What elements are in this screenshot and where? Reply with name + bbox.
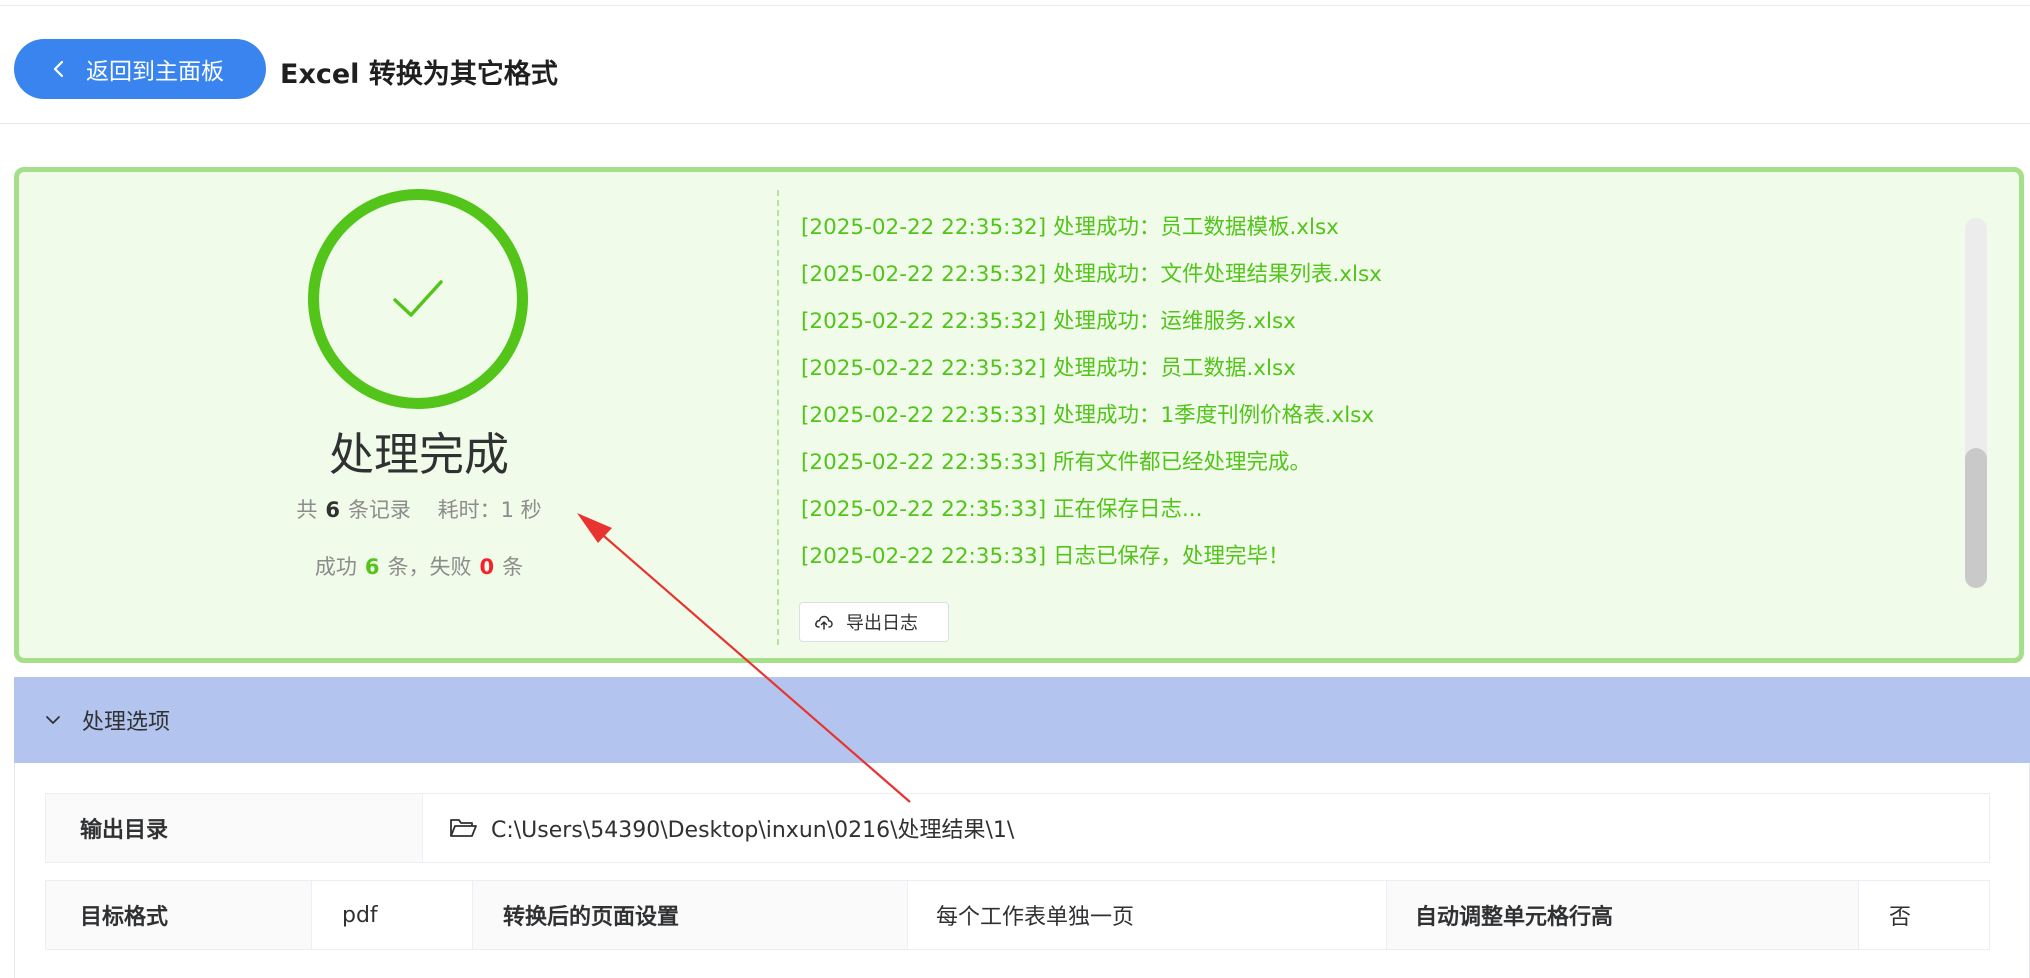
back-to-dashboard-button[interactable]: 返回到主面板 <box>14 39 266 99</box>
total-prefix: 共 <box>296 498 318 522</box>
export-log-button[interactable]: 导出日志 <box>799 602 949 642</box>
log-line: [2025-02-22 22:35:33] 处理成功：1季度刊例价格表.xlsx <box>801 403 1375 428</box>
scrollbar-thumb[interactable] <box>1965 448 1987 588</box>
auto-row-height-label: 自动调整单元格行高 <box>1387 881 1859 949</box>
log-line: [2025-02-22 22:35:32] 处理成功：员工数据.xlsx <box>801 356 1296 381</box>
chevron-left-icon <box>53 60 64 78</box>
success-count: 6 <box>364 555 380 579</box>
back-button-label: 返回到主面板 <box>86 59 224 85</box>
log-line: [2025-02-22 22:35:32] 处理成功：文件处理结果列表.xlsx <box>801 262 1382 287</box>
output-dir-label: 输出目录 <box>46 794 423 862</box>
total-suffix: 条记录 <box>347 498 411 522</box>
folder-open-icon <box>450 819 477 837</box>
options-row-format: 目标格式 pdf 转换后的页面设置 每个工作表单独一页 自动调整单元格行高 否 <box>45 880 1990 950</box>
log-line: [2025-02-22 22:35:33] 所有文件都已经处理完成。 <box>801 450 1311 475</box>
page-title: Excel 转换为其它格式 <box>280 59 558 90</box>
log-list: [2025-02-22 22:35:32] 处理成功：员工数据模板.xlsx [… <box>801 204 1951 580</box>
fail-suffix: 条 <box>502 555 524 579</box>
cloud-upload-icon <box>815 615 833 630</box>
log-line: [2025-02-22 22:35:33] 日志已保存，处理完毕！ <box>801 544 1290 569</box>
record-summary: 共 6 条记录 耗时：1 秒 <box>219 494 619 524</box>
result-panel: 处理完成 共 6 条记录 耗时：1 秒 成功 6 条，失败 0 条 [2025-02-22 … <box>14 167 2024 663</box>
status-title: 处理完成 <box>328 428 509 481</box>
page-setting-label: 转换后的页面设置 <box>473 881 908 949</box>
export-log-label: 导出日志 <box>846 613 918 634</box>
log-line: [2025-02-22 22:35:33] 正在保存日志... <box>801 497 1203 522</box>
fail-count: 0 <box>479 555 495 579</box>
chevron-down-icon <box>46 716 60 724</box>
success-prefix: 成功 <box>314 555 357 579</box>
log-line: [2025-02-22 22:35:32] 处理成功：运维服务.xlsx <box>801 309 1296 334</box>
target-format-value: pdf <box>312 881 473 949</box>
success-suffix: 条，失败 <box>387 555 472 579</box>
total-count: 6 <box>325 498 340 522</box>
success-circle <box>308 189 528 409</box>
success-fail-summary: 成功 6 条，失败 0 条 <box>219 551 619 581</box>
panel-divider <box>777 190 779 645</box>
options-section-title: 处理选项 <box>82 710 171 735</box>
page-header: 返回到主面板 Excel 转换为其它格式 <box>0 6 2030 124</box>
page-setting-value: 每个工作表单独一页 <box>908 881 1387 949</box>
output-dir-value-cell: C:\Users\54390\Desktop\inxun\0216\处理结果\1… <box>423 794 1989 862</box>
log-line: [2025-02-22 22:35:32] 处理成功：员工数据模板.xlsx <box>801 215 1339 240</box>
output-dir-value: C:\Users\54390\Desktop\inxun\0216\处理结果\1… <box>491 818 1015 843</box>
check-icon <box>393 280 443 317</box>
log-scrollbar[interactable] <box>1965 218 1987 588</box>
options-collapse-header[interactable]: 处理选项 <box>14 677 2030 763</box>
auto-row-height-value: 否 <box>1859 881 1989 949</box>
target-format-label: 目标格式 <box>46 881 312 949</box>
elapsed-time: 耗时：1 秒 <box>437 498 542 522</box>
options-row-output: 输出目录 C:\Users\54390\Desktop\inxun\0216\处… <box>45 793 1990 863</box>
